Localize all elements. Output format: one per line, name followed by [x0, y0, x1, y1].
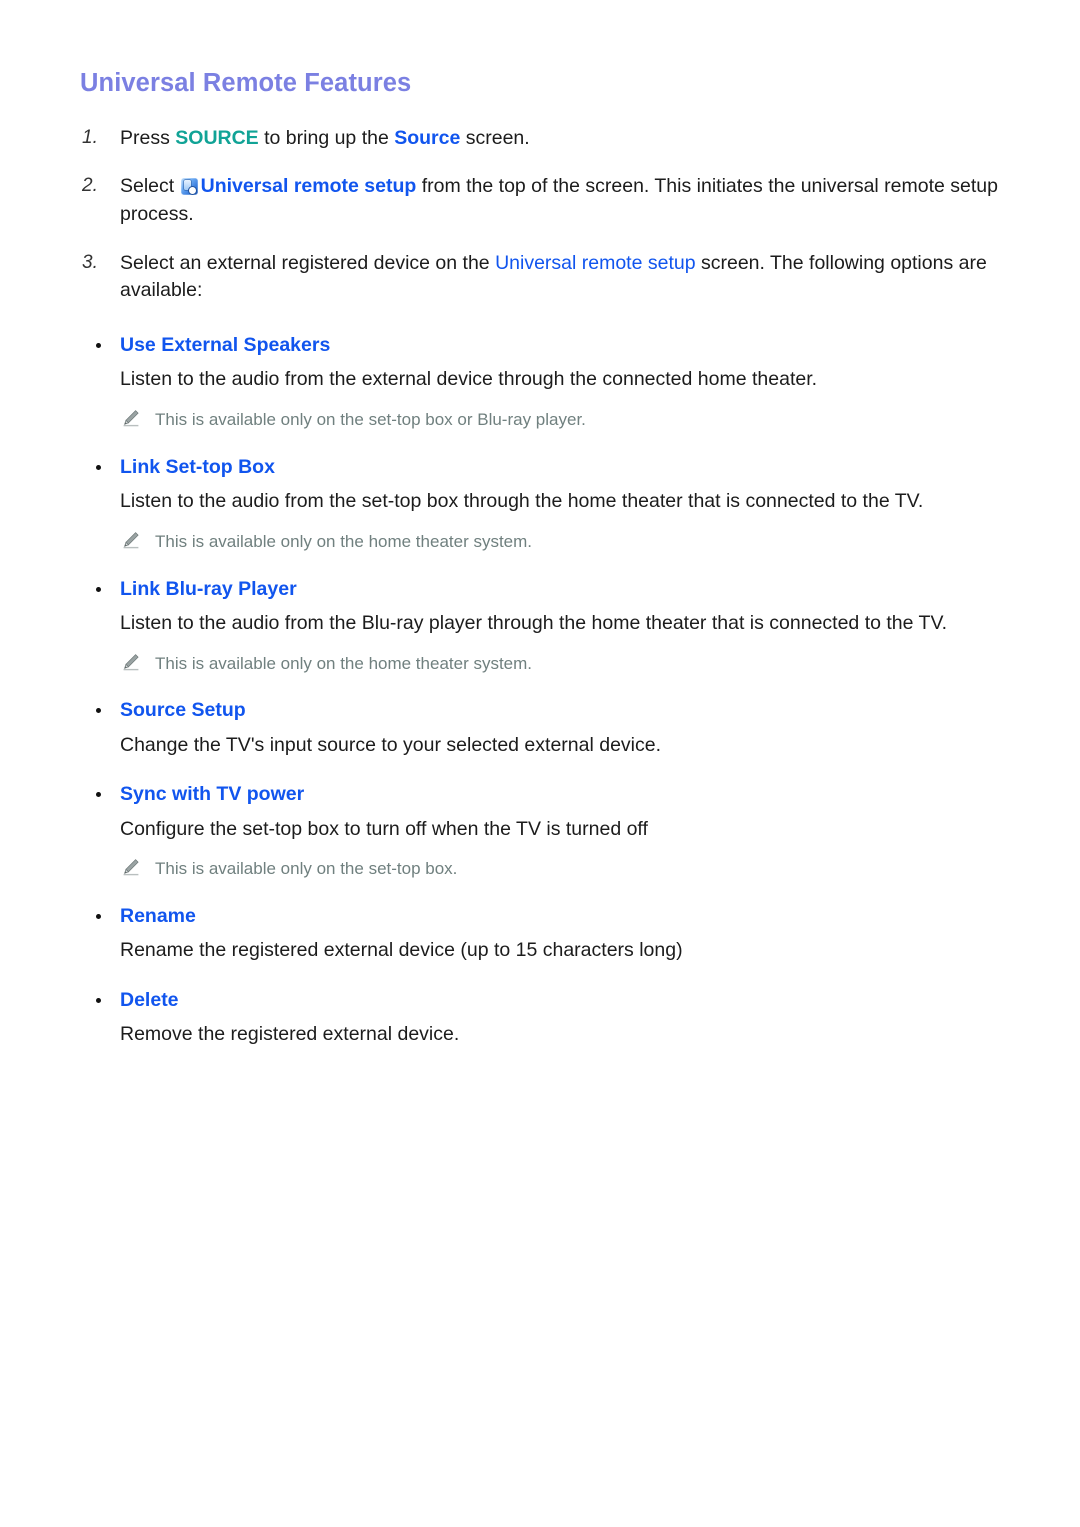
option-block-link-blu-ray-player: Link Blu-ray Player Listen to the audio …	[80, 576, 1020, 676]
pencil-icon	[123, 410, 139, 427]
option-description: Remove the registered external device.	[120, 1023, 460, 1046]
source-screen-link[interactable]: Source	[394, 127, 460, 149]
option-note-text: This is available only on the set-top bo…	[155, 859, 458, 879]
bullet-dot-icon	[96, 464, 101, 470]
pencil-icon	[123, 859, 139, 876]
page-title: Universal Remote Features	[80, 69, 412, 97]
gear-icon-center	[191, 189, 194, 192]
options-list: Use External Speakers Listen to the audi…	[80, 332, 1020, 1049]
universal-remote-setup-link[interactable]: Universal remote setup	[201, 175, 417, 197]
option-description: Listen to the audio from the external de…	[120, 368, 818, 391]
option-block-use-external-speakers: Use External Speakers Listen to the audi…	[80, 332, 1020, 432]
option-term-link-blu-ray-player[interactable]: Link Blu-ray Player	[80, 576, 1020, 603]
option-description: Change the TV's input source to your sel…	[120, 733, 662, 756]
option-term-label: Rename	[120, 905, 196, 928]
option-description: Configure the set-top box to turn off wh…	[120, 817, 648, 840]
document-content: Universal Remote Features 1. Press SOURC…	[0, 0, 1080, 1049]
option-term-label: Sync with TV power	[120, 783, 305, 806]
option-term-label: Source Setup	[120, 699, 246, 722]
option-block-delete: Delete Remove the registered external de…	[80, 987, 1020, 1049]
document-page: Universal Remote Features 1. Press SOURC…	[0, 0, 1080, 1527]
option-term-use-external-speakers[interactable]: Use External Speakers	[80, 332, 1020, 359]
option-description: Listen to the audio from the set-top box…	[120, 490, 924, 513]
step-item-2: 2. Select Universal remote setup from th…	[80, 173, 1020, 228]
pencil-icon	[123, 531, 139, 549]
option-term-label: Link Set-top Box	[120, 455, 275, 478]
option-note: This is available only on the home theat…	[80, 652, 1020, 676]
step-2-pre-text: Select	[120, 175, 180, 198]
numbered-steps-list: 1. Press SOURCE to bring up the Source s…	[80, 125, 1020, 305]
option-term-rename[interactable]: Rename	[80, 903, 1020, 930]
step-1-post-text: screen.	[460, 126, 530, 149]
option-note: This is available only on the set-top bo…	[80, 408, 1020, 432]
option-term-label: Use External Speakers	[120, 334, 331, 357]
step-item-1: 1. Press SOURCE to bring up the Source s…	[80, 125, 1020, 153]
option-block-source-setup: Source Setup Change the TV's input sourc…	[80, 697, 1020, 759]
pencil-icon	[123, 653, 139, 670]
option-description: Listen to the audio from the Blu-ray pla…	[120, 611, 948, 634]
option-note-text: This is available only on the home theat…	[155, 531, 533, 551]
step-3-pre-text: Select an external registered device on …	[120, 251, 496, 274]
option-note: This is available only on the home theat…	[80, 530, 1020, 554]
step-number-1: 1.	[82, 126, 98, 148]
bullet-dot-icon	[96, 343, 101, 349]
step-text-3: Select an external registered device on …	[120, 250, 1020, 305]
option-block-rename: Rename Rename the registered external de…	[80, 903, 1020, 965]
step-number-2: 2.	[82, 175, 98, 197]
step-number-3: 3.	[82, 251, 98, 273]
option-description: Rename the registered external device (u…	[120, 939, 683, 962]
step-item-3: 3. Select an external registered device …	[80, 250, 1020, 305]
step-1-pre-text: Press	[120, 126, 176, 149]
bullet-dot-icon	[96, 792, 101, 798]
source-key-label: SOURCE	[175, 126, 259, 149]
bullet-dot-icon	[96, 914, 101, 920]
option-term-delete[interactable]: Delete	[80, 987, 1020, 1014]
option-term-link-set-top-box[interactable]: Link Set-top Box	[80, 454, 1020, 481]
bullet-dot-icon	[96, 998, 101, 1004]
option-note-text: This is available only on the set-top bo…	[155, 410, 586, 430]
universal-remote-setup-link-2[interactable]: Universal remote setup	[495, 252, 696, 274]
option-term-sync-with-tv-power[interactable]: Sync with TV power	[80, 781, 1020, 808]
option-term-label: Link Blu-ray Player	[120, 577, 297, 600]
option-term-label: Delete	[120, 989, 179, 1012]
universal-remote-setup-icon	[180, 178, 198, 196]
bullet-dot-icon	[96, 708, 101, 714]
option-block-link-set-top-box: Link Set-top Box Listen to the audio fro…	[80, 454, 1020, 554]
step-text-1: Press SOURCE to bring up the Source scre…	[120, 125, 1020, 153]
step-text-2: Select Universal remote setup from the t…	[120, 173, 1020, 228]
step-1-mid-text: to bring up the	[258, 126, 395, 149]
option-note: This is available only on the set-top bo…	[80, 857, 1020, 881]
option-note-text: This is available only on the home theat…	[155, 653, 533, 673]
bullet-dot-icon	[96, 586, 101, 592]
option-term-source-setup[interactable]: Source Setup	[80, 697, 1020, 724]
option-block-sync-with-tv-power: Sync with TV power Configure the set-top…	[80, 781, 1020, 881]
